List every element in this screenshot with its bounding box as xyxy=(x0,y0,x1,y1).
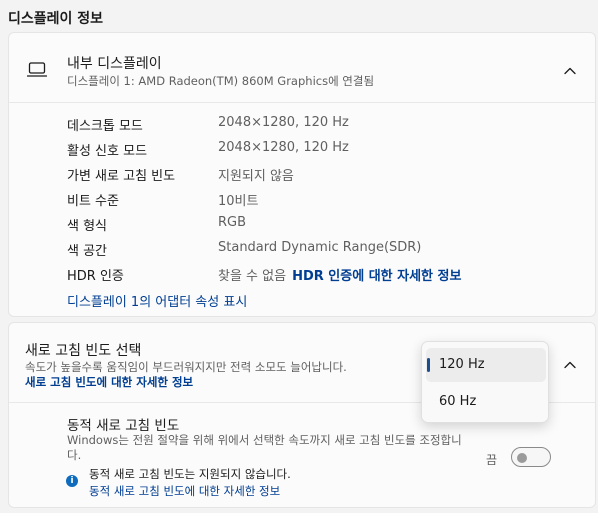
option-label: 60 Hz xyxy=(439,394,477,409)
display-subtitle: 디스플레이 1: AMD Radeon(TM) 860M Graphics에 연… xyxy=(67,74,375,88)
property-row: 비트 수준 10비트 xyxy=(67,190,587,210)
property-row: 활성 신호 모드 2048×1280, 120 Hz xyxy=(67,140,587,160)
property-label: 비트 수준 xyxy=(67,194,119,209)
property-value: 2048×1280, 120 Hz xyxy=(218,140,349,155)
property-row: HDR 인증 찾을 수 없음 HDR 인증에 대한 자세한 정보 xyxy=(67,265,587,285)
refresh-option-60[interactable]: 60 Hz xyxy=(426,385,546,419)
property-label: 색 공간 xyxy=(67,244,108,259)
adapter-properties-link[interactable]: 디스플레이 1의 어댑터 속성 표시 xyxy=(67,291,247,310)
hdr-status: 찾을 수 없음 xyxy=(218,269,287,284)
property-value: Standard Dynamic Range(SDR) xyxy=(218,240,422,255)
property-value: 지원되지 않음 xyxy=(218,169,294,184)
property-row: 색 형식 RGB xyxy=(67,215,587,235)
refresh-rate-info-link[interactable]: 새로 고침 빈도에 대한 자세한 정보 xyxy=(25,374,193,390)
info-icon: i xyxy=(66,475,78,487)
dynamic-refresh-title: 동적 새로 고침 빈도 xyxy=(67,418,180,434)
toggle-knob xyxy=(517,453,527,463)
refresh-option-120[interactable]: 120 Hz xyxy=(426,348,546,382)
property-label: 활성 신호 모드 xyxy=(67,144,148,159)
hdr-info-link[interactable]: HDR 인증에 대한 자세한 정보 xyxy=(292,269,461,284)
dynamic-refresh-description: Windows는 전원 절약을 위해 위에서 선택한 속도까지 새로 고침 빈도… xyxy=(67,433,462,462)
refresh-rate-title: 새로 고침 빈도 선택 xyxy=(25,343,142,359)
display-title: 내부 디스플레이 xyxy=(67,56,162,72)
property-row: 데스크톱 모드 2048×1280, 120 Hz xyxy=(67,115,587,135)
property-label: 색 형식 xyxy=(67,219,108,234)
refresh-rate-dropdown[interactable]: 120 Hz 60 Hz xyxy=(421,341,549,423)
display-info-card: 내부 디스플레이 디스플레이 1: AMD Radeon(TM) 860M Gr… xyxy=(8,32,596,317)
property-value: 10비트 xyxy=(218,194,259,209)
property-value: 찾을 수 없음 HDR 인증에 대한 자세한 정보 xyxy=(218,265,461,284)
property-label: HDR 인증 xyxy=(67,269,124,284)
chevron-up-icon[interactable] xyxy=(563,360,577,370)
option-label: 120 Hz xyxy=(439,357,485,372)
property-label: 가변 새로 고침 빈도 xyxy=(67,169,176,184)
property-value: RGB xyxy=(218,215,247,230)
refresh-rate-description: 속도가 높을수록 움직임이 부드러워지지만 전력 소모도 늘어납니다. xyxy=(25,360,347,374)
display-header[interactable]: 내부 디스플레이 디스플레이 1: AMD Radeon(TM) 860M Gr… xyxy=(9,33,595,103)
selection-indicator xyxy=(427,358,430,372)
property-value: 2048×1280, 120 Hz xyxy=(218,115,349,130)
property-row: 가변 새로 고침 빈도 지원되지 않음 xyxy=(67,165,587,185)
monitor-icon xyxy=(27,62,47,77)
property-row: 색 공간 Standard Dynamic Range(SDR) xyxy=(67,240,587,260)
dynamic-refresh-note: 동적 새로 고침 빈도는 지원되지 않습니다. xyxy=(89,467,291,481)
property-label: 데스크톱 모드 xyxy=(67,119,143,134)
chevron-up-icon[interactable] xyxy=(563,66,577,76)
section-title: 디스플레이 정보 xyxy=(8,11,104,27)
dynamic-refresh-info-link[interactable]: 동적 새로 고침 빈도에 대한 자세한 정보 xyxy=(89,483,280,499)
toggle-state-label: 끔 xyxy=(486,453,498,467)
dynamic-refresh-toggle[interactable] xyxy=(511,447,551,467)
